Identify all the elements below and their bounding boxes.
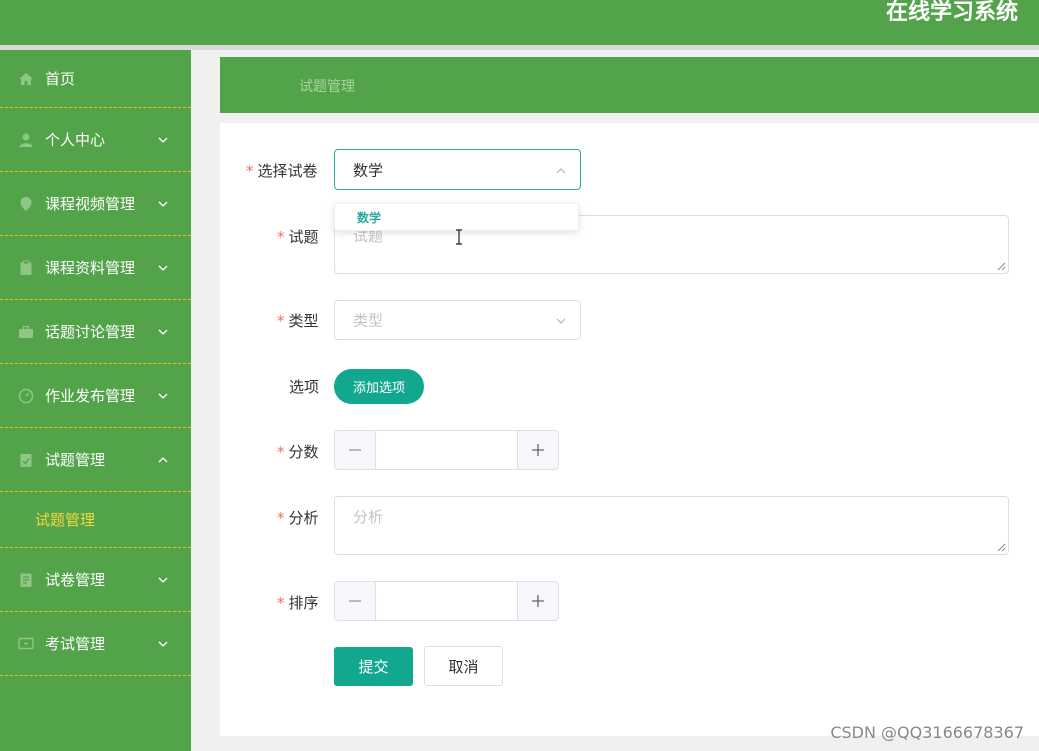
app-title: 在线学习系统 <box>885 0 1018 25</box>
chevron-down-icon <box>157 131 169 143</box>
paper-select[interactable]: 数学 <box>334 149 581 190</box>
sidebar-item-label: 作业发布管理 <box>45 387 136 405</box>
home-icon <box>18 71 34 87</box>
score-input[interactable] <box>377 431 516 469</box>
sidebar-item-exam-management[interactable]: 考试管理 <box>0 612 191 676</box>
order-increase-button[interactable] <box>517 582 558 620</box>
required-mark: * <box>277 443 285 461</box>
watermark: CSDN @QQ3166678367 <box>830 723 1024 742</box>
sidebar-item-label: 考试管理 <box>45 635 106 653</box>
analysis-textarea[interactable]: 分析 <box>334 496 1009 555</box>
required-mark: * <box>277 228 285 246</box>
minus-icon <box>349 449 361 451</box>
required-mark: * <box>277 509 285 527</box>
chevron-down-icon <box>157 635 169 647</box>
analysis-label: * 分析 <box>277 509 319 527</box>
resize-grip-icon[interactable] <box>996 542 1006 552</box>
sidebar-item-label: 试卷管理 <box>45 571 106 589</box>
sidebar-subitem-label: 试题管理 <box>35 511 96 529</box>
sidebar-item-personal-center[interactable]: 个人中心 <box>0 108 191 172</box>
sidebar-item-label: 试题管理 <box>45 451 106 469</box>
text-cursor-icon <box>456 229 462 245</box>
paper-dropdown: 数学 <box>334 203 579 231</box>
sidebar-item-course-material[interactable]: 课程资料管理 <box>0 236 191 300</box>
order-label: * 排序 <box>277 594 319 612</box>
sidebar-item-question-management[interactable]: 试题管理 <box>0 428 191 492</box>
score-decrease-button[interactable] <box>335 431 376 469</box>
required-mark: * <box>277 312 285 330</box>
type-placeholder: 类型 <box>353 311 384 330</box>
chevron-down-icon <box>554 313 568 327</box>
order-decrease-button[interactable] <box>335 582 376 620</box>
cancel-button[interactable]: 取消 <box>424 646 503 686</box>
chevron-down-icon <box>157 387 169 399</box>
chevron-down-icon <box>157 195 169 207</box>
sidebar-item-paper-management[interactable]: 试卷管理 <box>0 548 191 612</box>
sidebar-item-course-video[interactable]: 课程视频管理 <box>0 172 191 236</box>
sidebar: 首页 个人中心 课程视频管理 课程资料管理 话题讨论管理 作业发布管理 试题管理… <box>0 50 191 751</box>
sidebar-item-label: 课程资料管理 <box>45 259 136 277</box>
required-mark: * <box>277 594 285 612</box>
resize-grip-icon[interactable] <box>996 261 1006 271</box>
briefcase-icon <box>18 324 34 340</box>
sidebar-item-home[interactable]: 首页 <box>0 50 191 108</box>
sidebar-item-homework[interactable]: 作业发布管理 <box>0 364 191 428</box>
sidebar-subitem-question-management[interactable]: 试题管理 <box>0 492 191 548</box>
sidebar-item-topic-discussion[interactable]: 话题讨论管理 <box>0 300 191 364</box>
user-icon <box>18 132 34 148</box>
options-label: 选项 <box>289 378 320 396</box>
chevron-down-icon <box>157 323 169 335</box>
sidebar-item-label: 话题讨论管理 <box>45 323 136 341</box>
breadcrumb: 试题管理 <box>220 57 1039 113</box>
monitor-icon <box>18 636 34 652</box>
sidebar-item-label: 首页 <box>45 70 76 88</box>
score-increase-button[interactable] <box>517 431 558 469</box>
order-input[interactable] <box>377 582 516 620</box>
location-icon <box>18 196 34 212</box>
sidebar-item-label: 课程视频管理 <box>45 195 136 213</box>
notebook-icon <box>18 572 34 588</box>
minus-icon <box>349 600 361 602</box>
type-select[interactable]: 类型 <box>334 300 581 340</box>
paper-option[interactable]: 数学 <box>357 209 381 226</box>
dashboard-icon <box>18 388 34 404</box>
question-label: * 试题 <box>277 228 319 246</box>
plus-icon <box>532 444 544 456</box>
chevron-up-icon <box>157 451 169 463</box>
required-mark: * <box>246 162 254 180</box>
chevron-down-icon <box>157 259 169 271</box>
order-stepper <box>334 581 559 621</box>
add-option-button[interactable]: 添加选项 <box>334 369 424 404</box>
paper-select-value: 数学 <box>353 161 384 179</box>
score-label: * 分数 <box>277 443 319 461</box>
analysis-placeholder: 分析 <box>353 508 384 526</box>
score-stepper <box>334 430 559 470</box>
plus-icon <box>532 595 544 607</box>
chevron-down-icon <box>157 571 169 583</box>
chevron-up-icon <box>554 163 568 177</box>
submit-button[interactable]: 提交 <box>334 647 413 686</box>
clipboard-icon <box>18 260 34 276</box>
sidebar-item-label: 个人中心 <box>45 131 106 149</box>
paper-label: * 选择试卷 <box>246 162 318 180</box>
type-label: * 类型 <box>277 312 319 330</box>
document-check-icon <box>18 452 34 468</box>
top-header: 在线学习系统 <box>0 0 1039 45</box>
breadcrumb-item[interactable]: 试题管理 <box>299 76 355 96</box>
